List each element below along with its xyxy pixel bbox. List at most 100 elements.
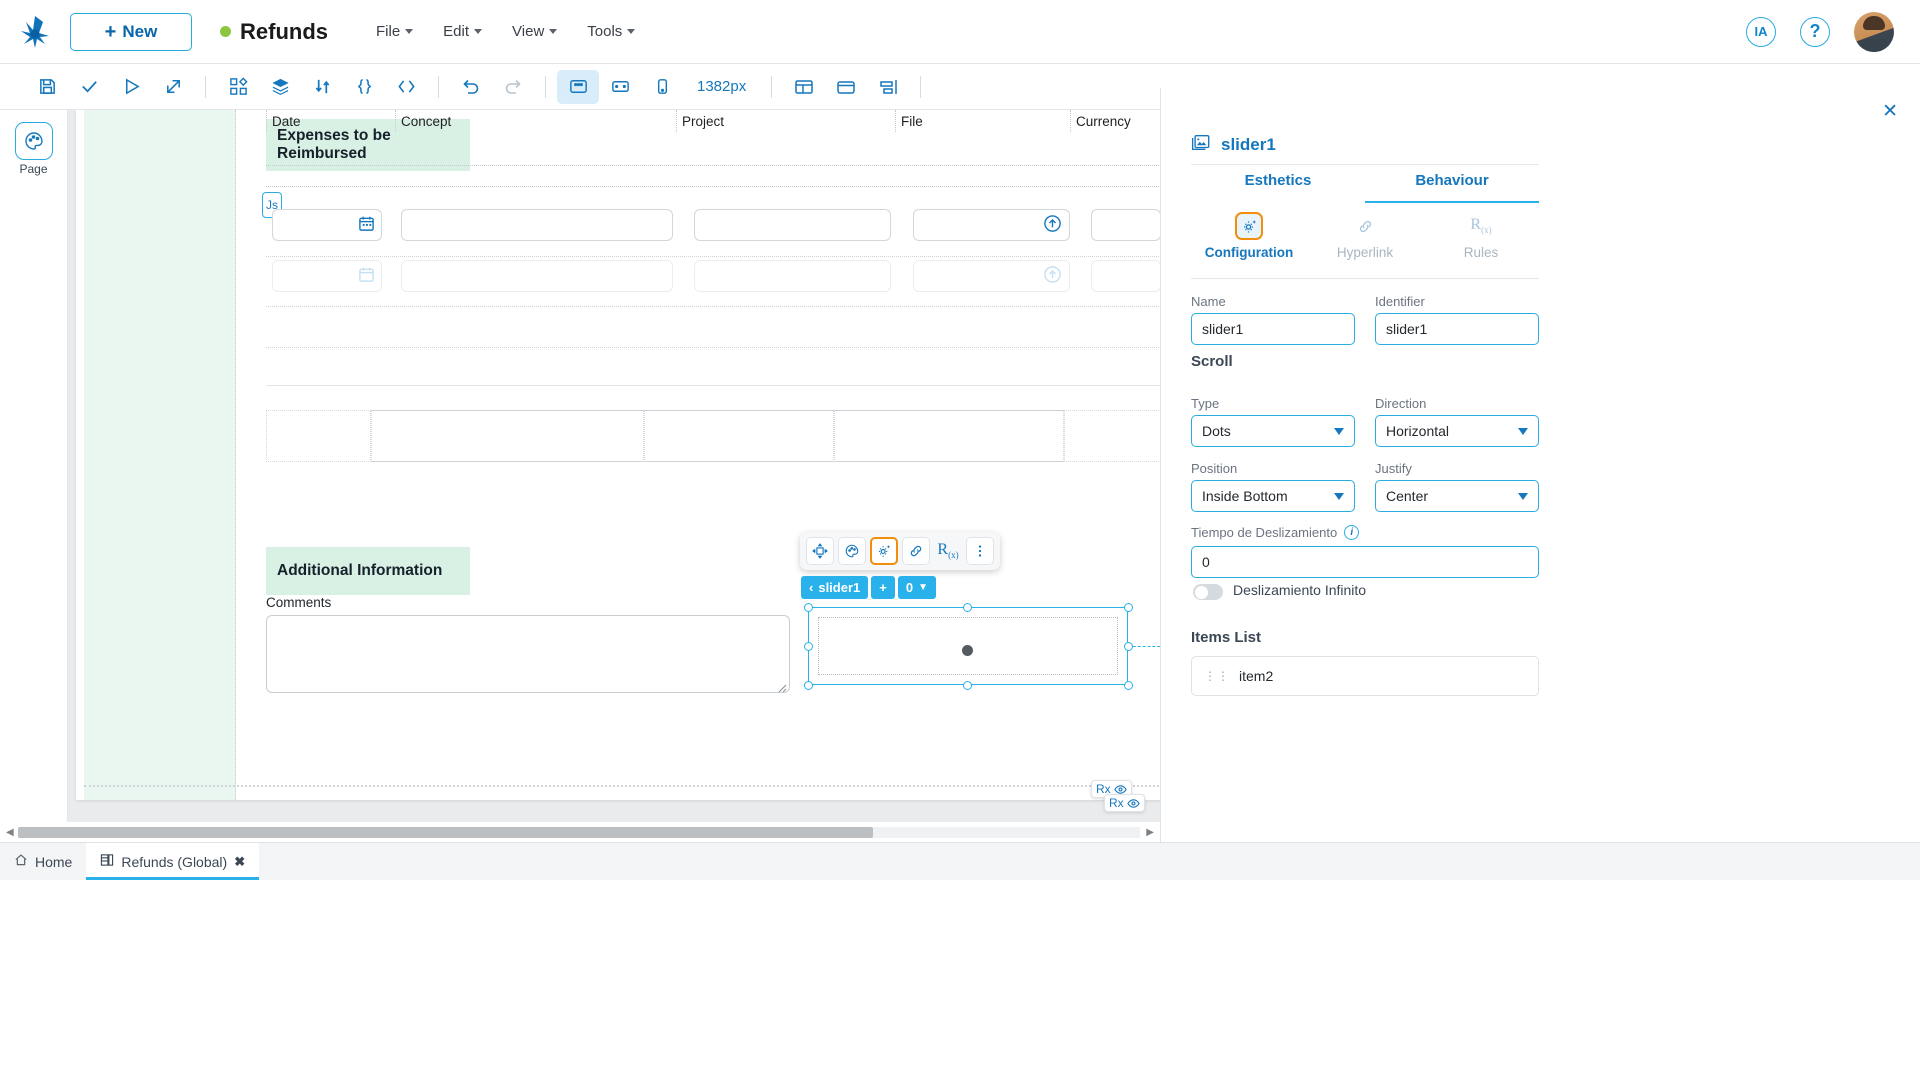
drag-handle-icon[interactable]: ⋮⋮	[1204, 670, 1230, 682]
project-cell-input[interactable]	[694, 260, 891, 292]
element-tag-label: slider1	[818, 580, 861, 595]
toolbar-divider	[920, 75, 922, 98]
save-icon[interactable]	[26, 70, 68, 104]
scroll-right-arrow[interactable]: ▶	[1146, 827, 1154, 838]
grid-cell	[834, 410, 1064, 462]
resize-handle-tl[interactable]	[804, 603, 813, 612]
rx-badge[interactable]: Rx	[1104, 794, 1145, 812]
palette-icon[interactable]	[838, 537, 866, 565]
element-tag-name[interactable]: ‹ slider1	[801, 576, 869, 599]
slider-selection-box[interactable]	[808, 607, 1128, 685]
name-input[interactable]: slider1	[1191, 313, 1355, 345]
hscroll-thumb[interactable]	[18, 826, 873, 838]
redo-icon[interactable]	[492, 70, 534, 104]
rules-icon[interactable]: R(x)	[934, 537, 962, 565]
menu-tools-label: Tools	[587, 23, 623, 40]
currency-cell-input[interactable]	[1091, 209, 1160, 241]
help-icon[interactable]: ?	[1800, 16, 1830, 47]
run-icon[interactable]	[110, 70, 152, 104]
list-item-label: item2	[1239, 668, 1274, 684]
code-icon[interactable]	[385, 70, 427, 104]
split-panel-icon[interactable]	[783, 70, 825, 104]
menu-edit[interactable]: Edit	[443, 23, 483, 40]
align-icon[interactable]	[867, 70, 909, 104]
braces-icon[interactable]	[343, 70, 385, 104]
concept-cell-input[interactable]	[401, 260, 673, 292]
avatar[interactable]	[1854, 11, 1894, 52]
close-icon[interactable]: ✕	[1882, 100, 1898, 123]
menu-tools[interactable]: Tools	[587, 23, 636, 40]
slide-time-value: 0	[1202, 554, 1210, 570]
page-title: Refunds	[220, 19, 328, 45]
resize-handle-bl[interactable]	[804, 681, 813, 690]
resize-handle-mr[interactable]	[1124, 642, 1133, 651]
identifier-input[interactable]: slider1	[1375, 313, 1539, 345]
comments-label: Comments	[266, 595, 332, 610]
resize-handle-bc[interactable]	[963, 681, 972, 690]
close-icon[interactable]: ✖	[234, 854, 245, 870]
type-select[interactable]: Dots	[1191, 415, 1355, 447]
justify-select[interactable]: Center	[1375, 480, 1539, 512]
tab-behaviour[interactable]: Behaviour	[1365, 172, 1539, 203]
infinite-slide-toggle[interactable]	[1193, 584, 1223, 600]
sidebar-item-page[interactable]: Page	[7, 122, 61, 176]
layers-icon[interactable]	[259, 70, 301, 104]
variables-icon[interactable]	[301, 70, 343, 104]
resize-handle-icon[interactable]	[776, 680, 787, 698]
hscroll-track[interactable]	[18, 826, 1140, 838]
images-icon	[1191, 134, 1211, 156]
subtab-hyperlink[interactable]: Hyperlink	[1307, 212, 1423, 260]
direction-select[interactable]: Horizontal	[1375, 415, 1539, 447]
app-logo[interactable]	[0, 14, 70, 50]
identifier-input-value: slider1	[1386, 321, 1428, 337]
ia-button[interactable]: IA	[1746, 16, 1776, 47]
currency-cell-input[interactable]	[1091, 260, 1160, 292]
table-row-divider	[266, 256, 1160, 257]
list-item[interactable]: ⋮⋮ item2	[1191, 656, 1539, 696]
menu-file[interactable]: File	[376, 23, 414, 40]
tab-esthetics[interactable]: Esthetics	[1191, 172, 1365, 203]
add-item-button[interactable]: +	[871, 576, 895, 599]
slide-time-input[interactable]: 0	[1191, 546, 1539, 578]
canvas-width-value[interactable]: 1382px	[697, 78, 746, 95]
more-icon[interactable]	[966, 537, 994, 565]
export-icon[interactable]	[152, 70, 194, 104]
scroll-left-arrow[interactable]: ◀	[6, 827, 14, 838]
project-cell-input[interactable]	[694, 209, 891, 241]
item-index-selector[interactable]: 0 ▼	[897, 576, 936, 599]
concept-cell-input[interactable]	[401, 209, 673, 241]
resize-handle-tc[interactable]	[963, 603, 972, 612]
comments-textarea[interactable]	[266, 615, 790, 693]
calendar-icon[interactable]	[358, 215, 375, 237]
tab-home-label: Home	[35, 853, 73, 870]
link-icon[interactable]	[902, 537, 930, 565]
canvas-hscrollbar[interactable]: ◀ ▶	[0, 822, 1160, 842]
panel-element-name: slider1	[1221, 135, 1276, 154]
desktop-view-icon[interactable]	[557, 69, 599, 104]
resize-handle-ml[interactable]	[804, 642, 813, 651]
toolbar-divider	[205, 75, 206, 98]
undo-icon[interactable]	[450, 70, 492, 104]
move-icon[interactable]	[806, 537, 834, 565]
new-button[interactable]: + New	[70, 12, 192, 51]
position-select[interactable]: Inside Bottom	[1191, 480, 1355, 512]
container-icon[interactable]	[825, 70, 867, 104]
info-icon[interactable]: i	[1344, 525, 1360, 540]
justify-label: Justify	[1375, 461, 1412, 476]
check-icon[interactable]	[68, 70, 110, 104]
subtab-rules[interactable]: R(x) Rules	[1423, 212, 1539, 260]
resize-handle-br[interactable]	[1124, 681, 1133, 690]
resize-handle-tr[interactable]	[1124, 603, 1133, 612]
menu-view[interactable]: View	[512, 23, 558, 40]
settings-icon[interactable]	[870, 537, 898, 565]
status-dot	[220, 26, 231, 37]
design-canvas[interactable]: Expenses to be Reimbursed Date Concept P…	[68, 110, 1160, 822]
components-icon[interactable]	[217, 70, 259, 104]
tab-home[interactable]: Home	[0, 843, 86, 880]
tab-refunds-global[interactable]: Refunds (Global) ✖	[86, 843, 260, 880]
toolbar-divider	[545, 75, 546, 98]
subtab-configuration[interactable]: Configuration	[1191, 212, 1307, 260]
mobile-view-icon[interactable]	[641, 70, 683, 104]
upload-icon[interactable]	[1043, 214, 1062, 238]
tablet-view-icon[interactable]	[599, 70, 641, 104]
